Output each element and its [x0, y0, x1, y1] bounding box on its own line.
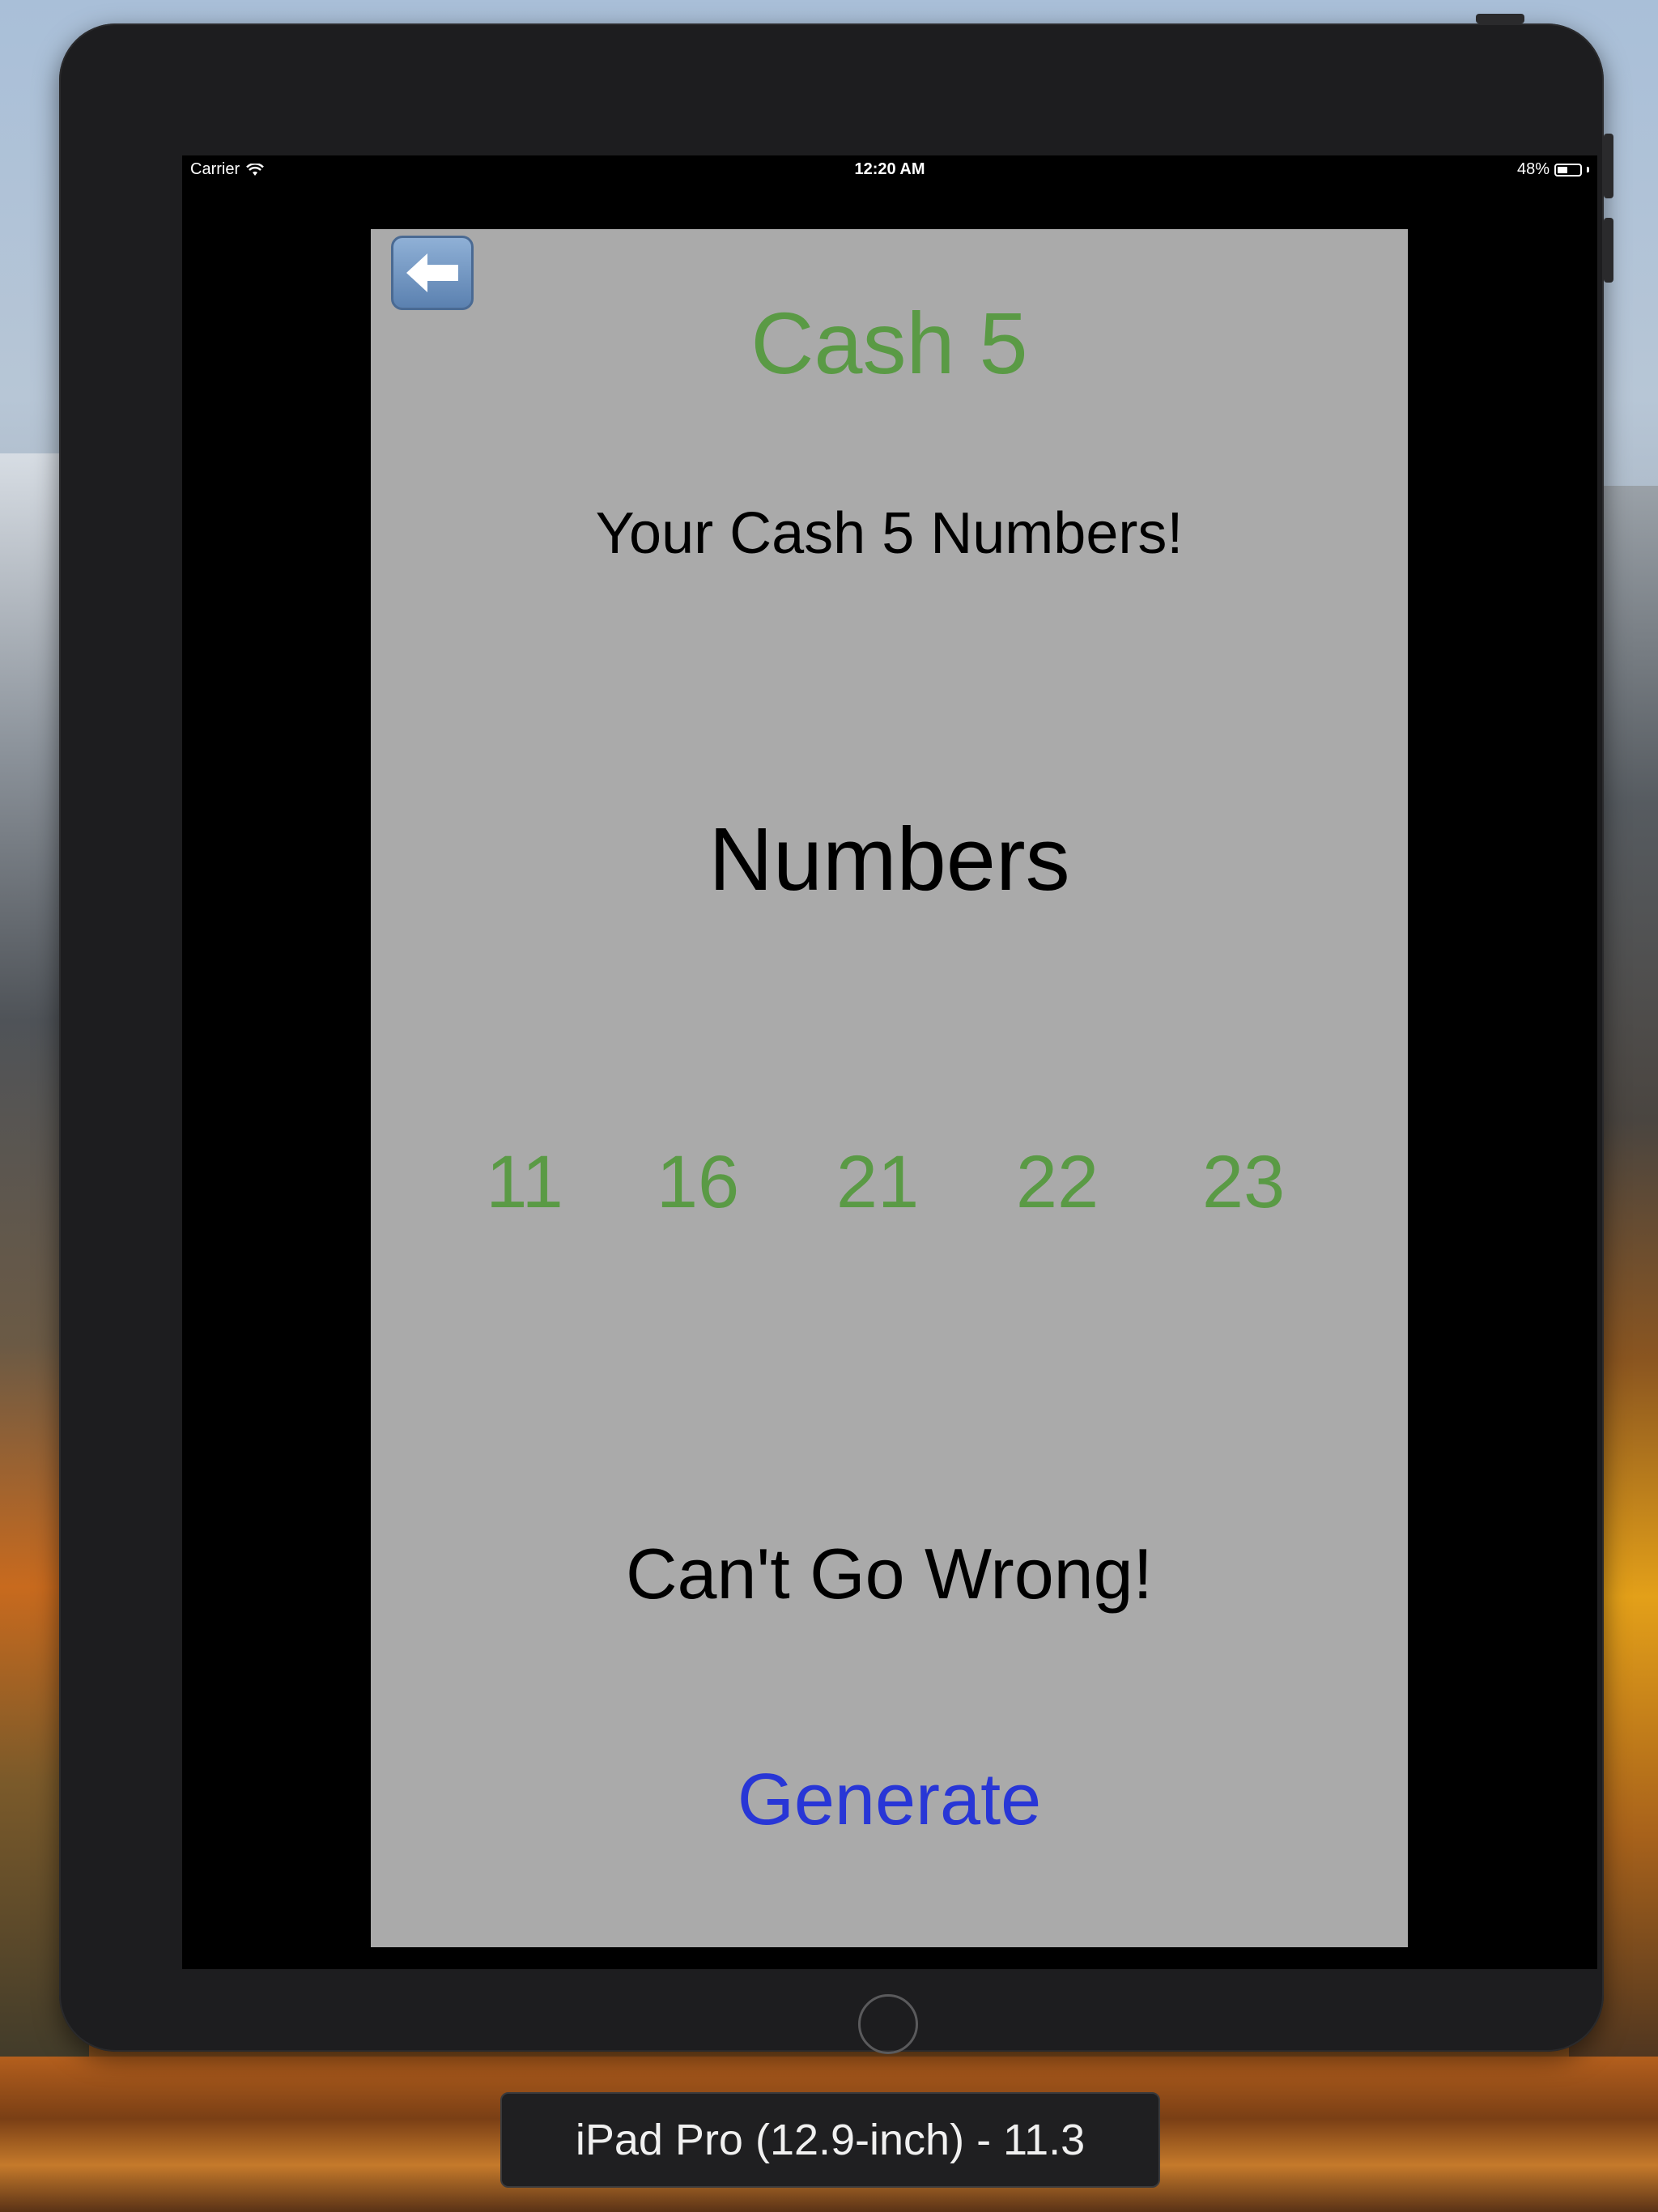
tagline: Can't Go Wrong! [625, 1534, 1154, 1614]
ipad-device-frame: Carrier 12:20 AM 48% Cash 5 Your Cash 5 … [59, 14, 1613, 2054]
top-button [1476, 14, 1524, 23]
status-time: 12:20 AM [854, 160, 925, 178]
numbers-heading: Numbers [708, 810, 1070, 909]
lottery-number-3: 21 [835, 1141, 920, 1223]
lottery-number-1: 11 [486, 1141, 563, 1223]
battery-percent: 48% [1516, 160, 1550, 178]
lottery-number-2: 16 [656, 1141, 740, 1223]
page-title: Cash 5 [750, 294, 1028, 392]
back-arrow-icon [406, 253, 458, 292]
volume-up-button [1604, 134, 1613, 198]
lottery-number-5: 23 [1201, 1141, 1286, 1223]
simulator-device-label: iPad Pro (12.9-inch) - 11.3 [500, 2092, 1160, 2188]
status-bar: Carrier 12:20 AM 48% [182, 155, 1597, 183]
home-button[interactable] [858, 1994, 918, 2054]
device-screen: Carrier 12:20 AM 48% Cash 5 Your Cash 5 … [182, 155, 1597, 1969]
generate-button[interactable]: Generate [371, 1759, 1408, 1842]
subtitle: Your Cash 5 Numbers! [595, 501, 1184, 566]
lottery-number-4: 22 [1015, 1141, 1099, 1223]
volume-down-button [1604, 218, 1613, 283]
cash5-screen: Cash 5 Your Cash 5 Numbers! Numbers 11 1… [371, 229, 1408, 1947]
battery-icon [1554, 163, 1582, 177]
